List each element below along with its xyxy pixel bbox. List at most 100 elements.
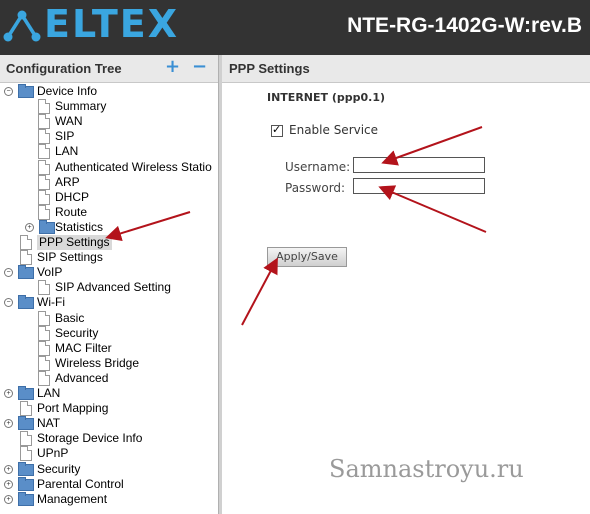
page-icon (38, 325, 50, 341)
tree-item-route[interactable]: Route (0, 204, 218, 220)
page-icon (38, 174, 50, 190)
tree-item-label: Management (37, 491, 108, 506)
folder-icon (18, 265, 34, 280)
tree-item-basic[interactable]: Basic (0, 310, 218, 326)
username-label: Username: (285, 160, 351, 174)
page-icon (38, 204, 50, 220)
page-icon (38, 159, 50, 175)
tree-item-lan[interactable]: + LAN (0, 386, 218, 401)
eltex-logo-icon (3, 10, 41, 42)
tree-item-label: VoIP (37, 265, 63, 280)
tree-item-label: Advanced (55, 370, 109, 385)
tree-item-parental-control[interactable]: + Parental Control (0, 476, 218, 492)
section-title: INTERNET (ppp0.1) (267, 91, 386, 104)
tree-item-label: Wi-Fi (37, 295, 65, 310)
tree-item-arp[interactable]: ARP (0, 174, 218, 190)
page-icon (38, 355, 50, 371)
tree-item-nat[interactable]: + NAT (0, 416, 218, 431)
brand-name: ELTEX (44, 2, 180, 46)
tree-item-storage-device-info[interactable]: Storage Device Info (0, 431, 218, 447)
tree-item-label: UPnP (37, 446, 69, 461)
page-icon (38, 144, 50, 160)
folder-icon (18, 295, 34, 310)
tree-item-label: Storage Device Info (37, 431, 143, 446)
expand-icon[interactable]: + (4, 389, 13, 398)
expand-icon[interactable]: + (4, 419, 13, 429)
tree-item-label: SIP (55, 129, 75, 144)
page-icon (38, 114, 50, 130)
tree-item-voip[interactable]: − VoIP (0, 265, 218, 280)
enable-service-checkbox[interactable] (271, 123, 283, 137)
expand-icon[interactable]: + (4, 479, 13, 489)
tree-item-mac-filter[interactable]: MAC Filter (0, 340, 218, 356)
page-icon (38, 189, 50, 205)
tree-item-label: Wireless Bridge (55, 355, 140, 370)
tree-item-label: Route (55, 204, 88, 219)
main-panel-header: PPP Settings (222, 55, 590, 83)
tree-item-label: LAN (55, 144, 79, 159)
tree-item-port-mapping[interactable]: Port Mapping (0, 401, 218, 417)
apply-save-button[interactable]: Apply/Save (267, 247, 347, 267)
header-bar: ELTEX NTE-RG-1402G-W:rev.B (0, 0, 590, 55)
tree-item-label: SIP Settings (37, 250, 103, 265)
tree-item-label: Parental Control (37, 476, 124, 491)
folder-icon (18, 476, 34, 491)
folder-icon (39, 219, 55, 234)
expand-icon[interactable]: + (25, 222, 34, 232)
configuration-tree-title: Configuration Tree (6, 61, 122, 76)
collapse-icon[interactable]: − (4, 268, 13, 278)
tree-item-label: SIP Advanced Setting (55, 280, 171, 295)
tree-item-label: Authenticated Wireless Statio (55, 159, 212, 174)
page-icon (38, 310, 50, 326)
tree-item-label: Security (55, 325, 99, 340)
tree-item-upnp[interactable]: UPnP (0, 446, 218, 462)
tree-item-advanced[interactable]: Advanced (0, 370, 218, 386)
tree-item-wireless-bridge[interactable]: Wireless Bridge (0, 355, 218, 371)
folder-icon (18, 491, 34, 506)
tree-item-lan[interactable]: LAN (0, 144, 218, 160)
page-icon (38, 370, 50, 386)
tree-item-label: NAT (37, 416, 61, 431)
page-icon (20, 235, 32, 250)
configuration-tree-header: Configuration Tree + − (0, 55, 218, 83)
expand-icon[interactable]: + (4, 464, 13, 474)
tree-item-dhcp[interactable]: DHCP (0, 189, 218, 205)
tree-item-authenticated-wireless-statio[interactable]: Authenticated Wireless Statio (0, 159, 218, 175)
watermark: Samnastroyu.ru (329, 455, 524, 483)
tree-item-label: LAN (37, 386, 61, 400)
tree-item-sip-settings[interactable]: SIP Settings (0, 250, 218, 266)
tree-item-label: Summary (55, 99, 107, 114)
tree-item-summary[interactable]: Summary (0, 99, 218, 115)
tree-item-label: WAN (55, 114, 83, 129)
folder-icon (18, 84, 34, 98)
page-icon (20, 431, 32, 447)
tree-item-ppp-settings[interactable]: PPP Settings (0, 235, 218, 250)
tree-item-label: Device Info (37, 84, 98, 98)
collapse-icon[interactable]: − (4, 87, 13, 96)
tree-item-sip[interactable]: SIP (0, 129, 218, 145)
username-field[interactable] (353, 157, 485, 173)
page-icon (38, 280, 50, 296)
folder-icon (18, 386, 34, 400)
tree-item-statistics[interactable]: + Statistics (0, 219, 218, 235)
collapse-all-icon[interactable]: − (192, 58, 207, 76)
tree-item-wan[interactable]: WAN (0, 114, 218, 130)
main-panel: PPP Settings INTERNET (ppp0.1) Enable Se… (222, 55, 590, 514)
collapse-icon[interactable]: − (4, 298, 13, 308)
tree-item-sip-advanced-setting[interactable]: SIP Advanced Setting (0, 280, 218, 296)
enable-service-label: Enable Service (289, 123, 379, 137)
password-field[interactable] (353, 178, 485, 194)
expand-all-icon[interactable]: + (165, 58, 180, 76)
tree-item-security[interactable]: Security (0, 325, 218, 341)
tree-item-management[interactable]: + Management (0, 491, 218, 507)
folder-icon (18, 461, 34, 476)
expand-icon[interactable]: + (4, 494, 13, 504)
tree-item-label: ARP (55, 174, 80, 189)
page-icon (20, 250, 32, 266)
tree-item-security[interactable]: + Security (0, 461, 218, 477)
tree-item-wi-fi[interactable]: − Wi-Fi (0, 295, 218, 310)
tree-item-device-info[interactable]: − Device Info (0, 84, 218, 99)
tree-item-label: Security (37, 461, 81, 476)
page-icon (38, 99, 50, 115)
tree-item-label: Basic (55, 310, 85, 325)
